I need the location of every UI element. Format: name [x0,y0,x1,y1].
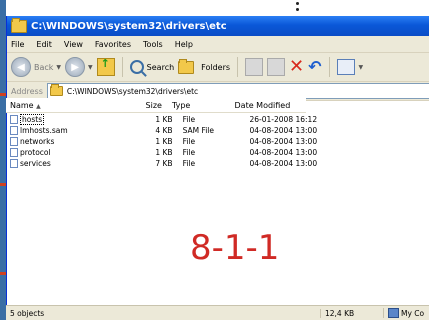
title-bar[interactable]: C:\WINDOWS\system32\drivers\etc [7,16,429,36]
file-type: File [182,159,196,168]
status-bar: 5 objects 12,4 KB My Co [6,305,429,320]
file-size: 4 KB [155,126,173,135]
file-size: 1 KB [155,148,173,157]
menu-tools[interactable]: Tools [143,40,163,49]
file-name: hosts [20,114,45,125]
file-row-hosts[interactable]: hosts 1 KB File 26-01-2008 16:12 [6,114,326,125]
status-location: My Co [383,308,429,318]
back-label: Back [34,62,54,72]
background-dot [296,2,299,5]
column-type[interactable]: Type [168,101,235,110]
forward-arrow-icon: ▶ [65,57,86,77]
chevron-down-icon[interactable]: ▼ [359,64,364,71]
computer-icon [388,308,399,318]
file-icon [10,159,18,168]
file-row-networks[interactable]: networks 1 KB File 04-08-2004 13:00 [6,136,326,147]
copy-to-icon[interactable] [267,58,286,76]
status-location-text: My Co [401,308,425,318]
overlay-code: 8-1-1 [190,228,280,268]
sort-up-icon: ▲ [36,102,41,110]
up-folder-icon[interactable] [96,57,115,76]
folders-button[interactable]: Folders [178,58,231,74]
menu-bar: File Edit View Favorites Tools Help [7,36,429,53]
menu-view[interactable]: View [64,40,83,49]
status-objects: 5 objects [10,308,45,318]
toolbar-separator [328,57,330,77]
search-button[interactable]: Search [129,60,175,74]
file-date: 04-08-2004 13:00 [249,159,318,168]
file-name: protocol [20,148,51,157]
toolbar: ◀ Back ▼ ▶ ▼ Search Folders ✕ ↶ ▼ [7,53,429,82]
file-icon [10,137,18,146]
file-icon [10,126,18,135]
file-name: services [20,159,51,168]
file-type: File [182,148,196,157]
undo-icon[interactable]: ↶ [308,59,321,75]
menu-file[interactable]: File [11,40,24,49]
column-name[interactable]: Name ▲ [6,101,126,110]
chevron-down-icon: ▼ [88,63,93,71]
file-type: File [182,137,196,146]
back-button[interactable]: ◀ Back ▼ [11,57,61,77]
window-title: C:\WINDOWS\system32\drivers\etc [31,20,227,32]
column-size[interactable]: Size [126,101,168,110]
file-icon [10,115,18,124]
file-type: File [182,115,196,124]
file-icon [10,148,18,157]
file-date: 04-08-2004 13:00 [249,126,318,135]
file-size: 7 KB [155,159,173,168]
address-value: C:\WINDOWS\system32\drivers\etc [66,86,199,96]
status-size: 12,4 KB [320,308,383,318]
file-type: SAM File [182,126,214,135]
file-date: 04-08-2004 13:00 [249,137,318,146]
file-date: 04-08-2004 13:00 [249,148,318,157]
back-arrow-icon: ◀ [11,57,31,77]
file-size: 1 KB [155,115,173,124]
file-row-protocol[interactable]: protocol 1 KB File 04-08-2004 13:00 [6,147,326,158]
file-date: 26-01-2008 16:12 [249,115,318,124]
search-label: Search [146,62,175,72]
file-name: lmhosts.sam [20,126,68,135]
folders-icon [178,58,195,74]
folder-icon [49,84,63,96]
file-list: hosts 1 KB File 26-01-2008 16:12 lmhosts… [6,114,326,169]
search-icon [129,60,144,74]
forward-button[interactable]: ▶ ▼ [65,57,93,77]
file-row-services[interactable]: services 7 KB File 04-08-2004 13:00 [6,158,326,169]
move-to-icon[interactable] [245,58,264,76]
file-row-lmhosts[interactable]: lmhosts.sam 4 KB SAM File 04-08-2004 13:… [6,125,326,136]
chevron-down-icon: ▼ [56,63,62,71]
delete-icon[interactable]: ✕ [289,58,304,76]
menu-help[interactable]: Help [175,40,193,49]
address-input[interactable]: C:\WINDOWS\system32\drivers\etc [46,83,429,99]
menu-edit[interactable]: Edit [36,40,52,49]
folders-label: Folders [201,62,231,72]
file-name: networks [20,137,55,146]
file-size: 1 KB [155,137,173,146]
address-label: Address [11,86,43,96]
views-icon[interactable] [336,59,355,75]
menu-favorites[interactable]: Favorites [95,40,131,49]
file-list-header: Name ▲ Size Type Date Modified [6,98,306,113]
toolbar-separator [237,57,239,77]
toolbar-separator [121,57,123,77]
column-date[interactable]: Date Modified [235,101,307,110]
folder-icon [11,17,27,33]
background-dot [296,8,299,11]
